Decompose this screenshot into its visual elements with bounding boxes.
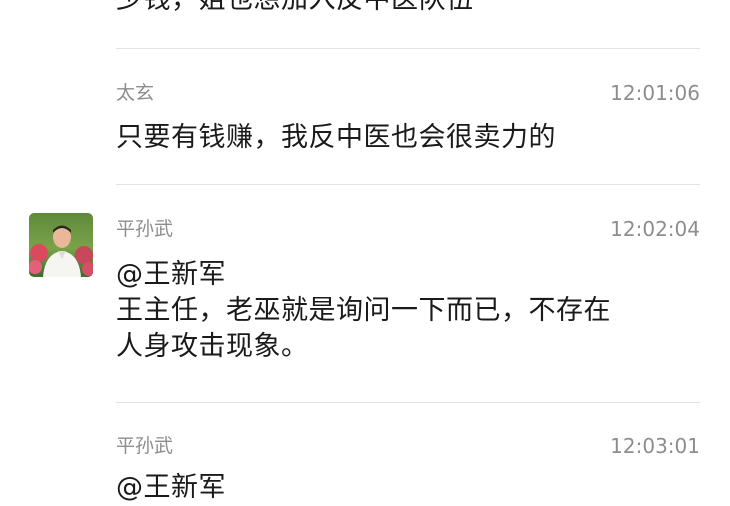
message-time: 12:03:01 bbox=[610, 434, 700, 458]
message-line: 王主任，老巫就是询问一下而已，不存在 bbox=[116, 295, 611, 326]
message-text: @王新军 bbox=[116, 470, 701, 506]
message-line: 少钱，姐也想加入反中医队伍 bbox=[116, 0, 701, 18]
mention[interactable]: @王新军 bbox=[116, 470, 701, 506]
avatar[interactable] bbox=[29, 213, 93, 277]
sender-name[interactable]: 平孙武 bbox=[116, 217, 173, 241]
user-photo-icon bbox=[29, 213, 93, 277]
message-text: 只要有钱赚，我反中医也会很卖力的 bbox=[116, 120, 701, 156]
sender-name[interactable]: 太玄 bbox=[116, 81, 154, 105]
message-divider bbox=[116, 402, 700, 403]
chat-message-list[interactable]: 少钱，姐也想加入反中医队伍 太玄 12:01:06 只要有钱赚，我反中医也会很卖… bbox=[0, 0, 730, 503]
message-divider bbox=[116, 184, 700, 185]
message-text: @王新军 王主任，老巫就是询问一下而已，不存在 人身攻击现象。 bbox=[116, 257, 701, 365]
sender-name[interactable]: 平孙武 bbox=[116, 434, 173, 458]
message-time: 12:01:06 bbox=[610, 81, 700, 105]
message-divider bbox=[116, 48, 700, 49]
mention[interactable]: @王新军 bbox=[116, 257, 701, 293]
message-text: 少钱，姐也想加入反中医队伍 bbox=[116, 0, 701, 18]
message-line: 人身攻击现象。 bbox=[116, 331, 309, 362]
message-line: 只要有钱赚，我反中医也会很卖力的 bbox=[116, 122, 556, 153]
message-time: 12:02:04 bbox=[610, 217, 700, 241]
